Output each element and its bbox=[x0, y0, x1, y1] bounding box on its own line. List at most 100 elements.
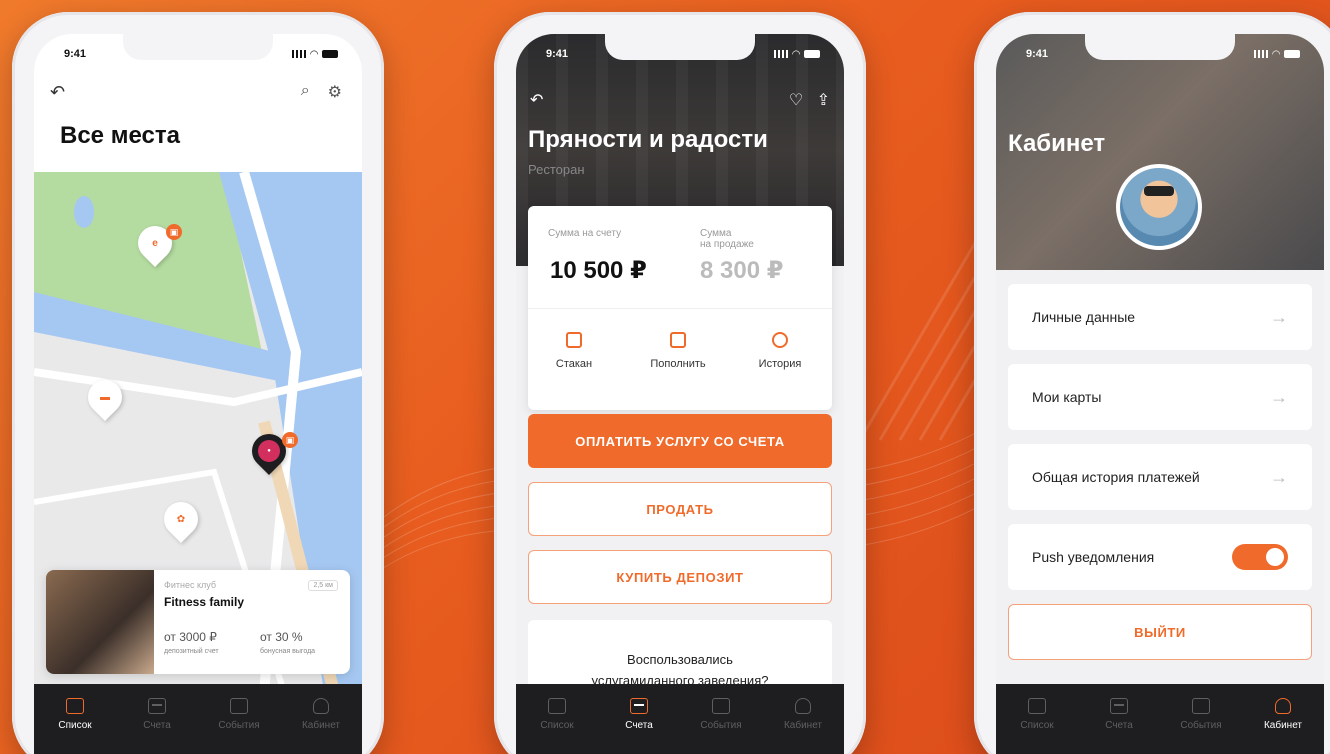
calendar-icon bbox=[230, 698, 248, 714]
push-toggle[interactable] bbox=[1232, 544, 1288, 570]
signal-icon bbox=[292, 50, 307, 58]
wallet-icon bbox=[148, 698, 166, 714]
balance-label: Сумма на счету bbox=[548, 228, 622, 239]
signal-icon bbox=[1254, 50, 1269, 58]
divider bbox=[528, 308, 832, 309]
venue-type: Ресторан bbox=[528, 162, 585, 177]
menu-personal-data[interactable]: Личные данные → bbox=[1008, 284, 1312, 350]
wallet-icon bbox=[1110, 698, 1128, 714]
list-icon bbox=[66, 698, 84, 714]
tab-bar: Список Счета События Кабинет bbox=[34, 684, 362, 754]
heart-icon[interactable]: ♡ bbox=[789, 92, 803, 109]
balance-card: Сумма на счету 10 500 ₽ Сумма на продаже … bbox=[528, 206, 832, 410]
clock-icon bbox=[772, 332, 788, 348]
balance-value: 10 500 ₽ bbox=[550, 257, 647, 284]
bonus-label: бонусная выгода bbox=[260, 648, 316, 655]
status-time: 9:41 bbox=[64, 48, 87, 60]
place-photo bbox=[46, 570, 154, 674]
wifi-icon: ◠ bbox=[310, 48, 318, 60]
action-topup[interactable]: Пополнить bbox=[638, 332, 718, 370]
place-card[interactable]: Фитнес клуб 2,5 км Fitness family от 300… bbox=[46, 570, 350, 674]
pay-service-button[interactable]: ОПЛАТИТЬ УСЛУГУ СО СЧЕТА bbox=[528, 414, 832, 468]
tab-accounts[interactable]: Счета bbox=[127, 698, 187, 754]
tab-list[interactable]: Список bbox=[1007, 698, 1067, 754]
push-label: Push уведомления bbox=[1032, 549, 1155, 565]
tab-cabinet[interactable]: Кабинет bbox=[773, 698, 833, 754]
deposit-value: от 3000 ₽ bbox=[164, 630, 217, 644]
bonus-value: от 30 % bbox=[260, 630, 303, 644]
sell-button[interactable]: ПРОДАТЬ bbox=[528, 482, 832, 536]
avatar[interactable] bbox=[1116, 164, 1202, 250]
list-icon bbox=[1028, 698, 1046, 714]
share-icon[interactable]: ⇪ bbox=[817, 92, 830, 109]
tab-list[interactable]: Список bbox=[45, 698, 105, 754]
tab-accounts[interactable]: Счета bbox=[609, 698, 669, 754]
buy-deposit-button[interactable]: КУПИТЬ ДЕПОЗИТ bbox=[528, 550, 832, 604]
tab-bar: Список Счета События Кабинет bbox=[996, 684, 1324, 754]
map-pin[interactable]: ✿ bbox=[156, 494, 206, 544]
status-time: 9:41 bbox=[1026, 48, 1049, 60]
logout-button[interactable]: ВЫЙТИ bbox=[1008, 604, 1312, 660]
action-history[interactable]: История bbox=[740, 332, 820, 370]
menu-push: Push уведомления bbox=[1008, 524, 1312, 590]
tab-bar: Список Счета События Кабинет bbox=[516, 684, 844, 754]
action-glass[interactable]: Стакан bbox=[534, 332, 614, 370]
place-name: Fitness family bbox=[164, 595, 245, 609]
places-header: ↶ ⌕ ⚙ Все места bbox=[50, 82, 346, 162]
list-icon bbox=[548, 698, 566, 714]
status-bar: 9:41 ◠ bbox=[1026, 48, 1300, 60]
phone-cabinet: 9:41 ◠ Кабинет Личные данные → Мои карты →… bbox=[974, 12, 1330, 754]
screen-venue: 9:41 ◠ ↶ ♡ ⇪ Пряности и радости Ресторан… bbox=[516, 34, 844, 754]
sale-label: Сумма на продаже bbox=[700, 228, 754, 250]
map-pin[interactable]: ▬ bbox=[80, 372, 130, 422]
battery-icon bbox=[1284, 50, 1300, 58]
wallet-badge-icon: ▣ bbox=[166, 224, 182, 240]
venue-title: Пряности и радости bbox=[528, 126, 768, 153]
wifi-icon: ◠ bbox=[792, 48, 800, 60]
search-icon[interactable]: ⌕ bbox=[301, 82, 310, 102]
wallet-badge-icon: ▣ bbox=[282, 432, 298, 448]
download-icon bbox=[670, 332, 686, 348]
place-category: Фитнес клуб bbox=[164, 580, 217, 590]
menu-payment-history[interactable]: Общая история платежей → bbox=[1008, 444, 1312, 510]
tab-events[interactable]: События bbox=[209, 698, 269, 754]
sale-value: 8 300 ₽ bbox=[700, 257, 784, 284]
back-icon[interactable]: ↶ bbox=[50, 82, 65, 102]
signal-icon bbox=[774, 50, 789, 58]
page-title: Все места bbox=[60, 122, 180, 149]
user-icon bbox=[313, 698, 329, 714]
glass-icon bbox=[566, 332, 582, 348]
arrow-right-icon: → bbox=[1270, 386, 1288, 407]
wallet-icon bbox=[630, 698, 648, 714]
tab-events[interactable]: События bbox=[1171, 698, 1231, 754]
status-bar: 9:41 ◠ bbox=[64, 48, 338, 60]
status-bar: 9:41 ◠ bbox=[546, 48, 820, 60]
arrow-right-icon: → bbox=[1270, 466, 1288, 487]
gear-icon[interactable]: ⚙ bbox=[328, 82, 342, 102]
battery-icon bbox=[322, 50, 338, 58]
place-distance: 2,5 км bbox=[308, 580, 338, 591]
tab-cabinet[interactable]: Кабинет bbox=[291, 698, 351, 754]
status-time: 9:41 bbox=[546, 48, 569, 60]
tab-cabinet[interactable]: Кабинет bbox=[1253, 698, 1313, 754]
venue-toolbar: ↶ ♡ ⇪ bbox=[530, 90, 830, 110]
calendar-icon bbox=[712, 698, 730, 714]
tab-accounts[interactable]: Счета bbox=[1089, 698, 1149, 754]
menu-my-cards[interactable]: Мои карты → bbox=[1008, 364, 1312, 430]
arrow-right-icon: → bbox=[1270, 306, 1288, 327]
phone-places: 9:41 ◠ ↶ ⌕ ⚙ Все места e ▣ ▬ ● ▣ ✿ Фитне… bbox=[12, 12, 384, 754]
battery-icon bbox=[804, 50, 820, 58]
wifi-icon: ◠ bbox=[1272, 48, 1280, 60]
tab-events[interactable]: События bbox=[691, 698, 751, 754]
user-icon bbox=[1275, 698, 1291, 714]
phone-venue: 9:41 ◠ ↶ ♡ ⇪ Пряности и радости Ресторан… bbox=[494, 12, 866, 754]
tab-list[interactable]: Список bbox=[527, 698, 587, 754]
cabinet-body: Личные данные → Мои карты → Общая история … bbox=[996, 270, 1324, 754]
calendar-icon bbox=[1192, 698, 1210, 714]
screen-places: 9:41 ◠ ↶ ⌕ ⚙ Все места e ▣ ▬ ● ▣ ✿ Фитне… bbox=[34, 34, 362, 754]
screen-cabinet: 9:41 ◠ Кабинет Личные данные → Мои карты →… bbox=[996, 34, 1324, 754]
page-title: Кабинет bbox=[1008, 130, 1106, 157]
back-icon[interactable]: ↶ bbox=[530, 90, 543, 110]
deposit-label: депозитный счет bbox=[164, 648, 219, 655]
user-icon bbox=[795, 698, 811, 714]
